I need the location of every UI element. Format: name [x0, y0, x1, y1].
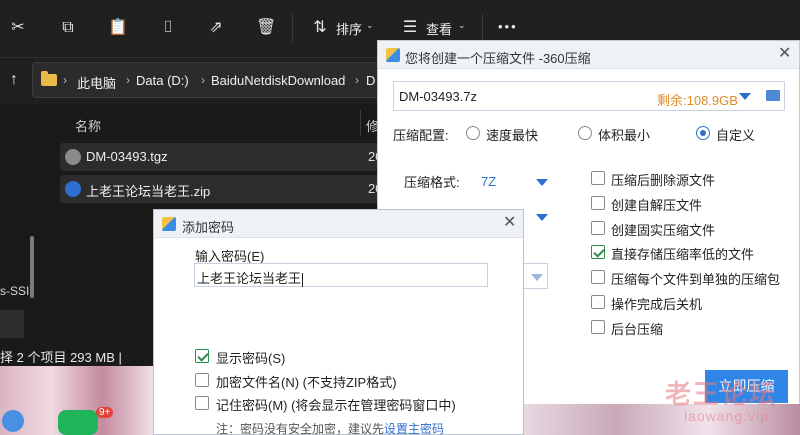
- password-input-value: 上老王论坛当老王: [197, 268, 304, 287]
- chevron-down-icon[interactable]: [531, 274, 543, 281]
- delete-icon[interactable]: 🗑: [256, 18, 276, 38]
- watermark-url: laowang.vip: [684, 408, 769, 424]
- breadcrumb-this-pc[interactable]: 此电脑: [77, 73, 116, 92]
- toolbar-divider: [482, 14, 483, 42]
- view-button[interactable]: 查看: [426, 19, 452, 38]
- format-label: 压缩格式:: [404, 175, 460, 190]
- checkbox-remember-password-label[interactable]: 记住密码(M) (将会显示在管理密码窗口中): [216, 395, 456, 414]
- rename-icon[interactable]: ⌷: [158, 18, 178, 38]
- breadcrumb-chevron-icon: ›: [126, 73, 130, 87]
- toolbar-divider: [292, 14, 293, 42]
- output-path-field[interactable]: DM-03493.7z 剩余:108.9GB: [393, 81, 785, 111]
- file-row[interactable]: 上老王论坛当老王.zip 20: [60, 175, 382, 203]
- breadcrumb-folder[interactable]: BaiduNetdiskDownload: [211, 73, 345, 88]
- folder-icon: [41, 71, 57, 86]
- checkbox-delete-source-label[interactable]: 压缩后删除源文件: [611, 170, 715, 189]
- breadcrumb-chevron-icon: ›: [63, 73, 67, 87]
- checkbox-self-extract-label[interactable]: 创建自解压文件: [611, 195, 702, 214]
- password-text: 上老王论坛当老王: [197, 271, 302, 286]
- text-caret: [302, 272, 304, 287]
- checkbox-encrypt-filenames-label[interactable]: 加密文件名(N) (不支持ZIP格式): [216, 372, 397, 391]
- navigation-pane: [0, 104, 42, 344]
- config-label: 压缩配置:: [393, 128, 449, 143]
- navigation-item-selected[interactable]: [0, 310, 24, 338]
- file-name: DM-03493.tgz: [86, 149, 168, 164]
- checkbox-store-low-ratio-label[interactable]: 直接存储压缩率低的文件: [611, 244, 754, 263]
- breadcrumb-chevron-icon: ›: [201, 73, 205, 87]
- checkbox-solid[interactable]: [591, 221, 605, 235]
- navigation-scrollbar[interactable]: [30, 236, 34, 298]
- checkbox-shutdown[interactable]: [591, 295, 605, 309]
- checkbox-store-low-ratio[interactable]: [591, 245, 605, 259]
- radio-custom-label[interactable]: 自定义: [716, 125, 755, 144]
- more-icon[interactable]: •••: [498, 19, 518, 34]
- status-text: 择 2 个项目 293 MB |: [0, 350, 122, 365]
- close-icon[interactable]: ✕: [503, 215, 516, 231]
- notification-badge: 9+: [96, 407, 114, 418]
- password-input[interactable]: 上老王论坛当老王: [194, 263, 488, 287]
- sort-icon[interactable]: ⇅: [310, 18, 330, 38]
- free-space-label: 剩余:108.9GB: [657, 93, 738, 108]
- output-path-value: DM-03493.7z: [399, 89, 478, 104]
- security-note: 注：密码没有安全加密，建议先设置主密码: [216, 420, 444, 435]
- address-bar[interactable]: › 此电脑 › Data (D:) › BaiduNetdiskDownload…: [32, 62, 392, 98]
- method-select[interactable]: [524, 263, 548, 289]
- compress-window-title: 您将创建一个压缩文件 -360压缩: [405, 51, 591, 66]
- checkbox-self-extract[interactable]: [591, 196, 605, 210]
- column-header-name[interactable]: 名称: [75, 116, 101, 135]
- password-title-bar: 添加密码 ✕: [154, 210, 523, 238]
- chevron-down-icon[interactable]: [739, 93, 751, 100]
- checkbox-delete-source[interactable]: [591, 171, 605, 185]
- sort-button[interactable]: 排序: [336, 19, 362, 38]
- radio-custom[interactable]: [696, 126, 710, 140]
- column-divider[interactable]: [360, 110, 361, 136]
- tgz-file-icon: [65, 149, 81, 165]
- navigation-item-fragment[interactable]: s-SSI: [0, 284, 29, 298]
- breadcrumb-chevron-icon: ›: [355, 73, 359, 87]
- browse-folder-icon[interactable]: [766, 90, 780, 101]
- radio-smallest[interactable]: [578, 126, 592, 140]
- checkbox-remember-password[interactable]: [195, 396, 209, 410]
- password-dialog-title: 添加密码: [182, 220, 235, 235]
- watermark-text: 老王论坛: [665, 379, 778, 409]
- checkbox-separate-archives-label[interactable]: 压缩每个文件到单独的压缩包: [611, 269, 780, 288]
- view-icon[interactable]: ☰: [400, 18, 420, 38]
- checkbox-separate-archives[interactable]: [591, 270, 605, 284]
- copy-icon[interactable]: ⧉: [58, 18, 78, 38]
- chevron-down-icon[interactable]: [536, 179, 548, 186]
- checkbox-background-label[interactable]: 后台压缩: [611, 319, 663, 338]
- breadcrumb-drive[interactable]: Data (D:): [136, 73, 189, 88]
- paste-icon[interactable]: 📋: [108, 18, 128, 38]
- cut-icon[interactable]: ✂: [8, 18, 28, 38]
- archive-app-icon: [162, 217, 176, 231]
- breadcrumb-subfolder[interactable]: D: [366, 73, 375, 88]
- radio-fastest[interactable]: [466, 126, 480, 140]
- archive-app-icon: [386, 48, 400, 62]
- format-select[interactable]: 7Z: [481, 174, 496, 189]
- compress-title-bar: 您将创建一个压缩文件 -360压缩 ✕: [378, 41, 799, 69]
- checkbox-solid-label[interactable]: 创建固实压缩文件: [611, 220, 715, 239]
- checkbox-background[interactable]: [591, 320, 605, 334]
- sort-chevron-down-icon[interactable]: ⌄: [366, 20, 374, 31]
- app-icon[interactable]: [2, 410, 24, 432]
- share-icon[interactable]: ⇗: [206, 18, 226, 38]
- security-note-text: 注：密码没有安全加密，建议先: [216, 422, 385, 435]
- app-icon[interactable]: [58, 410, 98, 435]
- up-arrow-icon[interactable]: ↑: [4, 70, 24, 90]
- checkbox-encrypt-filenames[interactable]: [195, 373, 209, 387]
- chevron-down-icon[interactable]: [536, 214, 548, 221]
- password-dialog: 添加密码 ✕ 输入密码(E) 上老王论坛当老王 显示密码(S) 加密文件名(N)…: [153, 209, 524, 435]
- file-row[interactable]: DM-03493.tgz 20: [60, 143, 382, 171]
- radio-smallest-label[interactable]: 体积最小: [598, 125, 650, 144]
- zip-file-icon: [65, 181, 81, 197]
- close-icon[interactable]: ✕: [778, 46, 791, 62]
- checkbox-shutdown-label[interactable]: 操作完成后关机: [611, 294, 702, 313]
- radio-fastest-label[interactable]: 速度最快: [486, 125, 538, 144]
- checkbox-show-password-label[interactable]: 显示密码(S): [216, 348, 285, 367]
- file-name: 上老王论坛当老王.zip: [86, 184, 211, 199]
- checkbox-show-password[interactable]: [195, 349, 209, 363]
- view-chevron-down-icon[interactable]: ⌄: [458, 20, 466, 31]
- set-master-password-link[interactable]: 设置主密码: [384, 422, 444, 435]
